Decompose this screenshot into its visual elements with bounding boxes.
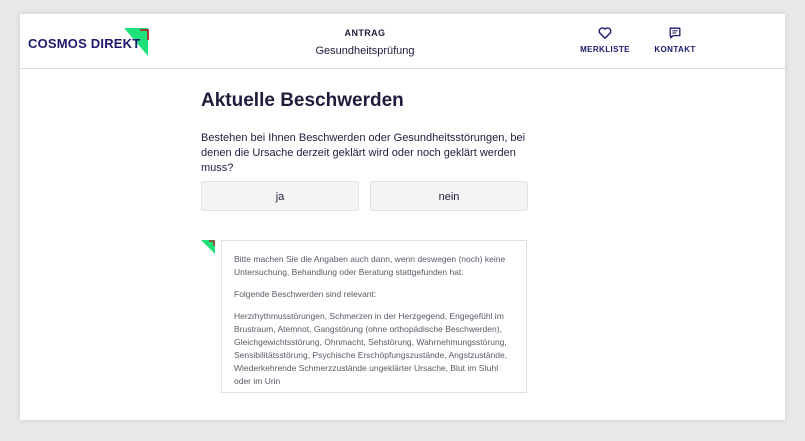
info-paragraph: Bitte machen Sie die Angaben auch dann, … [234,254,506,277]
nav-kontakt-label: KONTAKT [654,45,696,54]
header-eyebrow: ANTRAG [344,28,386,38]
info-box: Bitte machen Sie die Angaben auch dann, … [221,240,527,393]
info-paragraph: Folgende Beschwerden sind relevant: [234,289,377,299]
nav-merkliste-label: MERKLISTE [580,45,630,54]
brand-logo[interactable]: COSMOS DIREKT [28,26,149,60]
heart-icon [598,27,612,39]
header: COSMOS DIREKT ANTRAG Gesundheitsprüfung … [20,14,785,69]
section-heading: Aktuelle Beschwerden [201,90,404,111]
brand-name: COSMOS DIREKT [28,36,141,51]
answer-yes-button[interactable]: ja [201,181,359,211]
info-paragraph: Herzrhythmusstörungen, Schmerzen in der … [234,311,508,386]
question-text: Bestehen bei Ihnen Beschwerden oder Gesu… [201,132,526,174]
page-frame: COSMOS DIREKT ANTRAG Gesundheitsprüfung … [20,14,785,420]
chat-icon [669,27,681,39]
nav-kontakt[interactable]: KONTAKT [648,26,702,54]
nav-merkliste[interactable]: MERKLISTE [578,26,632,54]
info-marker-icon [201,240,215,254]
header-title-block: ANTRAG Gesundheitsprüfung [270,28,460,57]
page-title: Gesundheitsprüfung [315,45,415,57]
answer-no-button[interactable]: nein [370,181,528,211]
